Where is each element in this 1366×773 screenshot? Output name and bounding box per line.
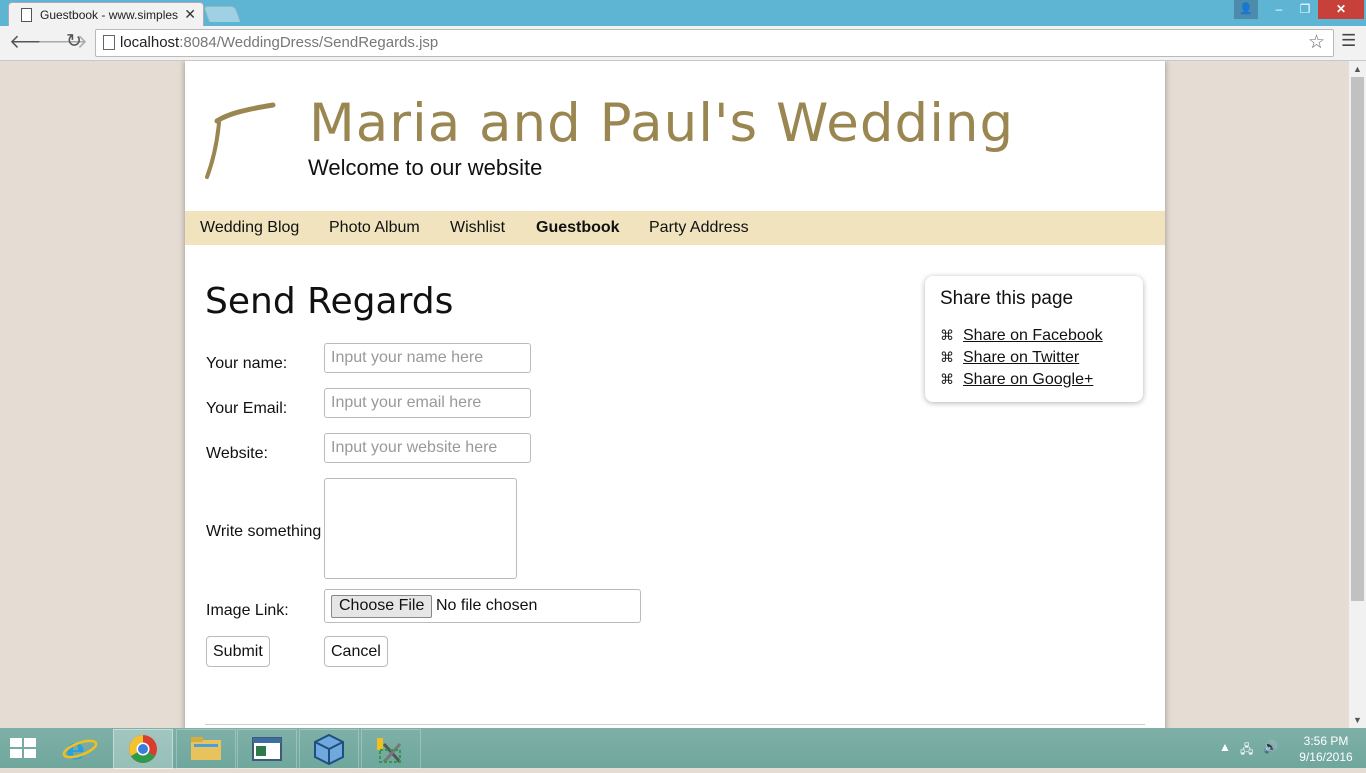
url-text[interactable]: localhost:8084/WeddingDress/SendRegards.… <box>120 34 438 51</box>
page-viewport: Maria and Paul's Wedding Welcome to our … <box>0 61 1349 728</box>
site-title: Maria and Paul's Wedding <box>309 93 1015 154</box>
page-scrollbar[interactable]: ▲ ▼ <box>1349 61 1366 728</box>
internet-explorer-icon[interactable]: e <box>51 729 109 767</box>
minimize-button[interactable]: – <box>1266 0 1292 19</box>
restore-button[interactable]: ❐ <box>1292 0 1318 19</box>
email-label: Your Email: <box>206 400 288 417</box>
image-link-label: Image Link: <box>206 602 289 619</box>
nav-item-guestbook[interactable]: Guestbook <box>536 219 620 237</box>
message-textarea[interactable] <box>324 478 517 579</box>
share-heading: Share this page <box>940 288 1074 309</box>
choose-file-button[interactable]: Choose File <box>331 595 433 618</box>
share-facebook-row[interactable]: ⌘ Share on Facebook <box>940 327 1103 345</box>
tray-overflow-icon[interactable]: ▲ <box>1219 740 1231 754</box>
bookmark-star-icon[interactable]: ☆ <box>1308 31 1325 54</box>
share-twitter-link[interactable]: Share on Twitter <box>963 349 1079 366</box>
twitter-icon: ⌘ <box>940 349 954 365</box>
volume-icon[interactable]: 🔊 <box>1263 740 1278 754</box>
wedding-logo-icon <box>205 102 276 179</box>
svg-text:e: e <box>66 732 85 767</box>
share-google-link[interactable]: Share on Google+ <box>963 371 1093 388</box>
file-explorer-icon[interactable] <box>176 729 236 769</box>
facebook-icon: ⌘ <box>940 327 954 343</box>
message-label: Write something <box>206 523 322 540</box>
chrome-icon[interactable] <box>113 729 173 769</box>
browser-tab-strip: Guestbook - www.simples ✕ 👤 – ❐ ✕ <box>0 0 1366 27</box>
share-twitter-row[interactable]: ⌘ Share on Twitter <box>940 349 1079 367</box>
virtualbox-icon[interactable] <box>299 729 359 769</box>
tab-title: Guestbook - www.simples <box>40 8 179 22</box>
browser-toolbar: 🡐 🡒 ↻ localhost:8084/WeddingDress/SendRe… <box>0 26 1366 61</box>
nav-item-wishlist[interactable]: Wishlist <box>450 219 505 237</box>
windows-start-icon[interactable] <box>10 738 38 760</box>
scroll-down-icon[interactable]: ▼ <box>1353 715 1362 725</box>
tools-app-icon[interactable] <box>361 729 421 769</box>
submit-button[interactable]: Submit <box>206 636 270 667</box>
page-info-icon[interactable] <box>103 35 115 50</box>
scroll-up-icon[interactable]: ▲ <box>1353 64 1362 74</box>
clock-date[interactable]: 9/16/2016 <box>1296 750 1356 764</box>
clock-time[interactable]: 3:56 PM <box>1296 734 1356 748</box>
windows-taskbar: e ▲ 🖧 🔊 3:56 PM 9/16/2016 <box>0 728 1366 769</box>
image-file-input[interactable]: Choose File No file chosen <box>324 589 641 623</box>
cancel-button[interactable]: Cancel <box>324 636 388 667</box>
reload-icon[interactable]: ↻ <box>66 30 82 53</box>
email-input[interactable] <box>324 388 531 418</box>
file-status-text: No file chosen <box>436 597 538 614</box>
share-panel: Share this page ⌘ Share on Facebook ⌘ Shar… <box>925 276 1143 402</box>
tab-close-icon[interactable]: ✕ <box>184 6 196 23</box>
new-tab-button[interactable] <box>203 6 241 22</box>
google-plus-icon: ⌘ <box>940 371 954 387</box>
website-label: Website: <box>206 445 268 462</box>
user-profile-icon[interactable]: 👤 <box>1234 0 1258 19</box>
footer-divider <box>205 724 1145 725</box>
share-facebook-link[interactable]: Share on Facebook <box>963 327 1103 344</box>
address-bar[interactable]: localhost:8084/WeddingDress/SendRegards.… <box>95 29 1334 57</box>
site-subtitle: Welcome to our website <box>308 155 543 180</box>
page-container: Maria and Paul's Wedding Welcome to our … <box>185 61 1165 728</box>
page-title: Send Regards <box>205 281 454 322</box>
website-input[interactable] <box>324 433 531 463</box>
nav-item-wedding-blog[interactable]: Wedding Blog <box>200 219 299 237</box>
name-input[interactable] <box>324 343 531 373</box>
window-app-icon[interactable] <box>237 729 297 769</box>
main-nav: Wedding Blog Photo Album Wishlist Guestb… <box>185 211 1165 245</box>
name-label: Your name: <box>206 355 288 372</box>
browser-tab[interactable]: Guestbook - www.simples ✕ <box>8 2 204 27</box>
share-google-row[interactable]: ⌘ Share on Google+ <box>940 371 1093 389</box>
nav-item-party-address[interactable]: Party Address <box>649 219 749 237</box>
network-icon[interactable]: 🖧 <box>1240 740 1253 761</box>
page-icon <box>21 8 32 22</box>
close-window-button[interactable]: ✕ <box>1318 0 1364 19</box>
chrome-menu-icon[interactable]: ☰ <box>1341 31 1356 51</box>
scrollbar-thumb[interactable] <box>1351 77 1364 601</box>
nav-item-photo-album[interactable]: Photo Album <box>329 219 420 237</box>
